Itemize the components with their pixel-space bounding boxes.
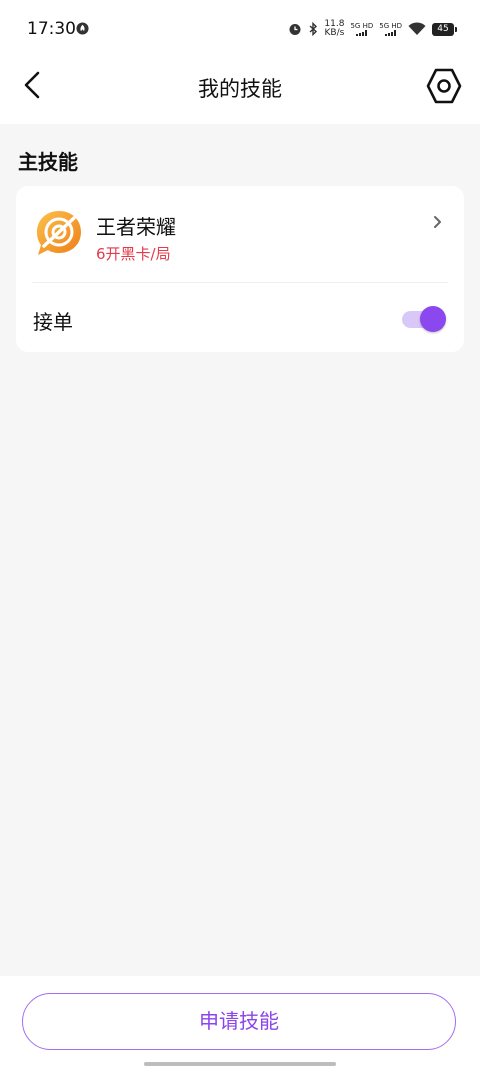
flame-icon bbox=[76, 22, 89, 35]
game-logo-icon bbox=[37, 211, 81, 255]
status-icons: 11.8 KB/s 5G HD 5G HD 45 bbox=[288, 18, 457, 40]
bottom-bar: 申请技能 bbox=[0, 976, 480, 1067]
skill-card: 王者荣耀 6开黑卡/局 接单 bbox=[16, 186, 464, 352]
home-indicator[interactable] bbox=[144, 1062, 336, 1066]
settings-button[interactable] bbox=[425, 67, 463, 105]
skill-item[interactable]: 王者荣耀 6开黑卡/局 bbox=[16, 186, 464, 282]
accept-orders-toggle[interactable] bbox=[400, 304, 446, 334]
page-title: 我的技能 bbox=[198, 77, 282, 101]
skill-price: 6开黑卡/局 bbox=[96, 245, 171, 263]
battery-icon: 45 bbox=[432, 22, 457, 36]
main-skill-heading: 主技能 bbox=[18, 150, 78, 174]
accept-orders-label: 接单 bbox=[33, 310, 73, 334]
signal-icon bbox=[385, 30, 397, 36]
top-nav-bar: 我的技能 bbox=[0, 60, 480, 124]
alarm-icon bbox=[289, 24, 301, 35]
bluetooth-icon bbox=[309, 22, 318, 36]
apply-skill-button[interactable]: 申请技能 bbox=[22, 993, 456, 1050]
status-bar: 17:30 11.8 KB/s 5G HD 5G HD 45 bbox=[0, 0, 480, 60]
chevron-right-icon bbox=[434, 216, 441, 228]
skill-name: 王者荣耀 bbox=[96, 215, 176, 239]
sim2-signal: 5G HD bbox=[379, 22, 402, 36]
sim1-signal: 5G HD bbox=[350, 22, 373, 36]
toggle-knob bbox=[420, 306, 446, 332]
wifi-icon bbox=[408, 22, 426, 35]
status-time: 17:30 bbox=[27, 19, 76, 39]
divider bbox=[32, 282, 448, 283]
network-speed: 11.8 KB/s bbox=[324, 19, 345, 38]
signal-icon bbox=[356, 30, 368, 36]
